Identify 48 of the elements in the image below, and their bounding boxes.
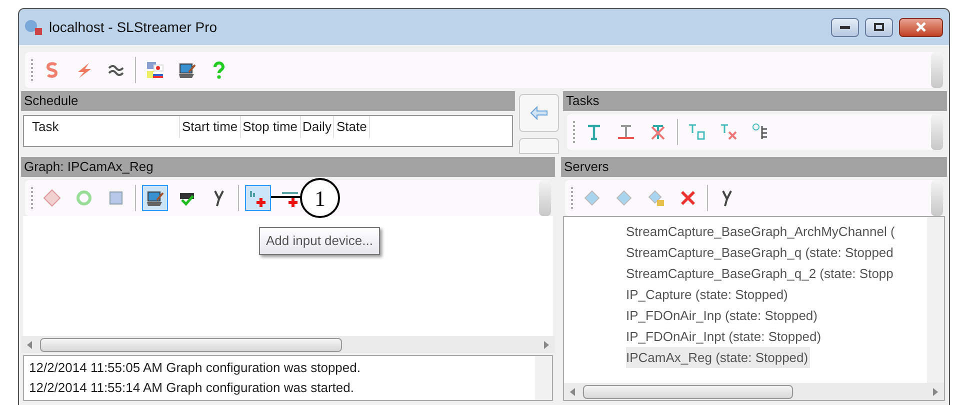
delete-icon [678, 188, 698, 208]
app-icon [23, 18, 43, 36]
close-button[interactable] [899, 18, 943, 36]
log-entry: 12/2/2014 11:55:14 AM Graph configuration was started. [29, 379, 355, 397]
toolbar-overflow[interactable] [931, 114, 943, 150]
close-icon [915, 22, 927, 32]
gem-icon [582, 188, 602, 208]
server-item[interactable]: IPCamAx_Reg (state: Stopped) [626, 347, 810, 368]
minimize-button[interactable] [831, 18, 859, 36]
refresh-icon [74, 188, 94, 208]
t-rename-icon [616, 122, 636, 142]
gem-icon [614, 188, 634, 208]
horizontal-scrollbar[interactable] [21, 336, 555, 353]
server-item[interactable]: IP_FDOnAir_Inp (state: Stopped) [626, 305, 820, 326]
toolbar-button[interactable] [142, 185, 168, 211]
server-item[interactable]: IP_Capture (state: Stopped) [626, 284, 790, 305]
panel-title: Schedule [21, 91, 515, 111]
left-arrow-icon [530, 106, 548, 120]
move-right-button[interactable] [519, 138, 559, 154]
tg-icon [687, 122, 707, 142]
server-item[interactable]: StreamCapture_BaseGraph_ArchMyChannel ( [626, 221, 897, 242]
panel-title: Graph: IPCamAx_Reg [21, 157, 555, 177]
log-entry: 12/2/2014 11:55:05 AM Graph configuration was stopped. [29, 359, 362, 377]
vertical-scrollbar[interactable] [927, 217, 944, 383]
tooltip: Add input device... [259, 227, 380, 254]
flags-icon [145, 60, 165, 80]
column-header[interactable]: Stop time [240, 116, 301, 138]
vertical-scrollbar[interactable] [535, 356, 552, 400]
toolbar-overflow[interactable] [931, 52, 943, 88]
server-item[interactable]: IP_FDOnAir_Inpt (state: Stopped) [626, 326, 824, 347]
toolbar-overflow[interactable] [931, 180, 943, 216]
column-header[interactable]: Start time [180, 116, 241, 138]
toolbar-overflow[interactable] [539, 180, 551, 216]
window-title: localhost - SLStreamer Pro [49, 18, 218, 36]
panel-title: Tasks [563, 91, 947, 111]
input-plus-icon [248, 188, 268, 208]
column-header[interactable]: Daily [300, 116, 334, 138]
tg-delete-icon [719, 122, 739, 142]
column-header[interactable]: Task [24, 116, 180, 138]
horizontal-scrollbar[interactable] [564, 383, 944, 400]
server-item[interactable]: StreamCapture_BaseGraph_q (state: Stopped [626, 242, 896, 263]
panel-title: Servers [561, 157, 947, 177]
maximize-button[interactable] [865, 18, 893, 36]
server-item[interactable]: StreamCapture_BaseGraph_q_2 (state: Stopp [626, 263, 896, 284]
gem-lock-icon [646, 188, 666, 208]
diamond-icon [42, 188, 62, 208]
column-header[interactable]: State [334, 116, 370, 138]
move-left-button[interactable] [519, 94, 559, 132]
